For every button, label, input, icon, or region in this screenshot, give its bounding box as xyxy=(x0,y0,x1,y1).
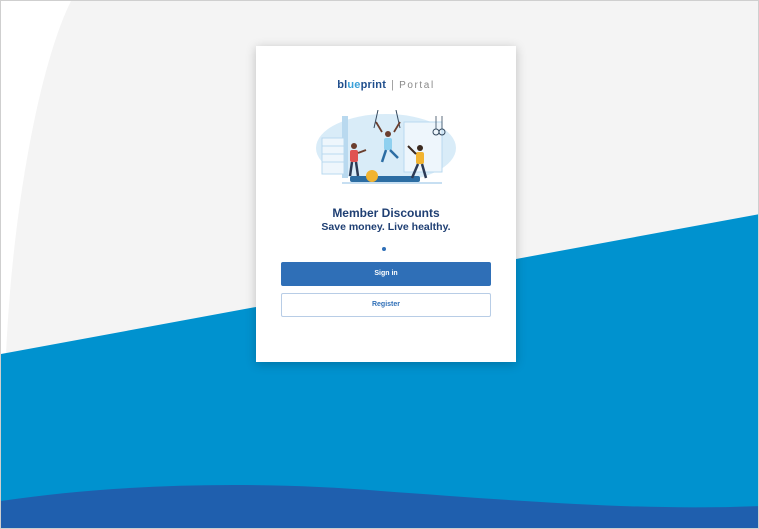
logo-separator: | xyxy=(391,79,394,91)
brand-logo: blueprint | Portal xyxy=(256,78,516,93)
register-button[interactable]: Register xyxy=(281,293,491,317)
portal-label: Portal xyxy=(399,80,435,91)
login-page: blueprint | Portal Member Discounts Save… xyxy=(0,0,759,529)
page-title: Member Discounts xyxy=(332,206,440,220)
page-subtitle: Save money. Live healthy. xyxy=(321,221,451,233)
login-card: blueprint | Portal Member Discounts Save… xyxy=(256,46,516,362)
sign-in-button[interactable]: Sign in xyxy=(281,262,491,286)
brand-name: blueprint xyxy=(337,79,387,91)
carousel-indicator-dot[interactable] xyxy=(382,247,386,251)
